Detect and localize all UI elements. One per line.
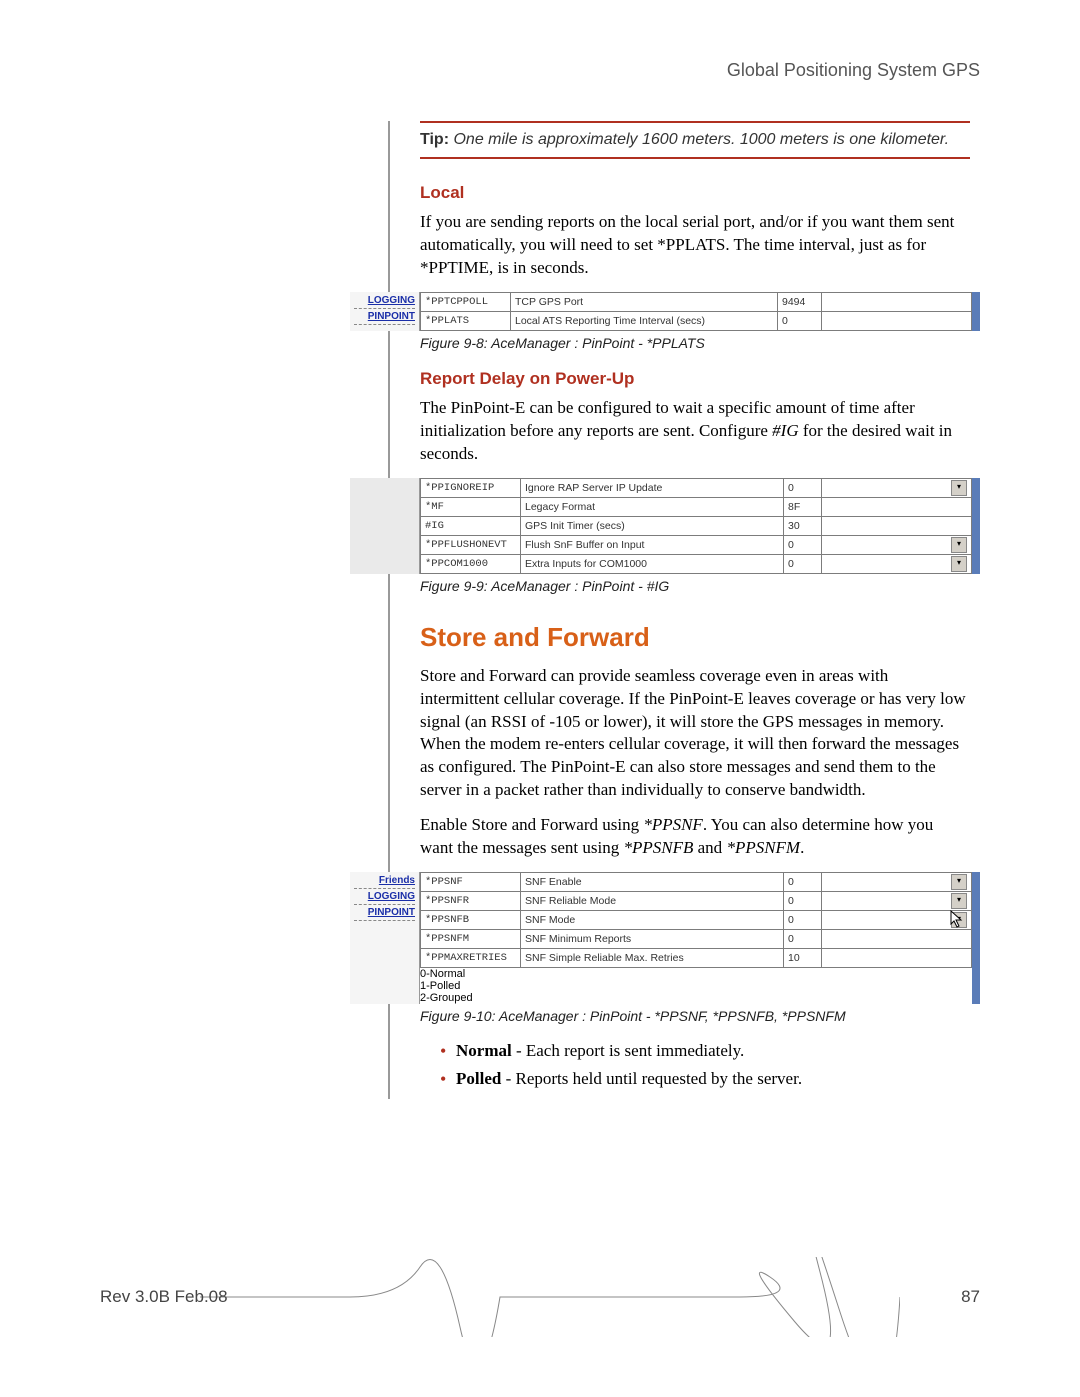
- dropdown-icon[interactable]: ▾: [951, 556, 967, 572]
- cell-cmd: *MF: [421, 497, 521, 516]
- table-row: *PPTCPPOLL TCP GPS Port 9494: [421, 292, 972, 311]
- cell-val: 10: [784, 949, 822, 968]
- cell-input[interactable]: [822, 292, 972, 311]
- footer-page-number: 87: [961, 1287, 980, 1307]
- right-strip: [972, 872, 980, 1004]
- cell-input[interactable]: [822, 516, 972, 535]
- cell-cmd: *PPTCPPOLL: [421, 292, 511, 311]
- cell-desc: SNF Reliable Mode: [521, 892, 784, 911]
- cell-val: 8F: [784, 497, 822, 516]
- cell-input[interactable]: [822, 949, 972, 968]
- cell-val: 0: [784, 930, 822, 949]
- para-store-2: Enable Store and Forward using *PPSNF. Y…: [420, 814, 970, 860]
- dropdown-icon[interactable]: ▾: [951, 480, 967, 496]
- cell-val: 0: [784, 892, 822, 911]
- cell-cmd: *PPFLUSHONEVT: [421, 535, 521, 554]
- cell-input[interactable]: [822, 497, 972, 516]
- heading-store-forward: Store and Forward: [420, 622, 970, 653]
- footer-rev: Rev 3.0B Feb.08: [100, 1287, 228, 1307]
- right-strip: [972, 478, 980, 574]
- dropdown-icon[interactable]: ▾: [951, 537, 967, 553]
- para-store-1: Store and Forward can provide seamless c…: [420, 665, 970, 803]
- cell-cmd: *PPSNF: [421, 873, 521, 892]
- sidebar-logging[interactable]: LOGGING: [354, 295, 415, 306]
- cell-val: 0: [784, 478, 822, 497]
- right-strip: [972, 292, 980, 331]
- fig10-table: *PPSNFSNF Enable0▾ *PPSNFRSNF Reliable M…: [420, 872, 972, 968]
- cell-input[interactable]: ▾: [822, 535, 972, 554]
- para-delay: The PinPoint-E can be configured to wait…: [420, 397, 970, 466]
- cell-desc: Flush SnF Buffer on Input: [521, 535, 784, 554]
- figure-9-9: *PPIGNOREIPIgnore RAP Server IP Update0▾…: [350, 478, 980, 574]
- list-item: Normal - Each report is sent immediately…: [440, 1038, 970, 1064]
- dropdown-icon[interactable]: ▾: [951, 874, 967, 890]
- cell-desc: Local ATS Reporting Time Interval (secs): [511, 311, 778, 330]
- cell-cmd: *PPIGNOREIP: [421, 478, 521, 497]
- cell-val: 0: [784, 873, 822, 892]
- figure-9-10: Friends LOGGING PINPOINT *PPSNFSNF Enabl…: [350, 872, 980, 1004]
- page-footer: Rev 3.0B Feb.08 87: [100, 1287, 980, 1307]
- cell-cmd: *PPSNFR: [421, 892, 521, 911]
- cell-val: 30: [784, 516, 822, 535]
- cell-cmd: *PPLATS: [421, 311, 511, 330]
- cell-desc: TCP GPS Port: [511, 292, 778, 311]
- cell-val: 0: [784, 535, 822, 554]
- sidebar-logging[interactable]: LOGGING: [354, 891, 415, 902]
- dropdown-icon[interactable]: ▾: [951, 893, 967, 909]
- cell-desc: Legacy Format: [521, 497, 784, 516]
- sidebar-pinpoint[interactable]: PINPOINT: [354, 311, 415, 322]
- sidebar-pinpoint[interactable]: PINPOINT: [354, 907, 415, 918]
- cell-desc: Extra Inputs for COM1000: [521, 554, 784, 573]
- cell-cmd: *PPSNFM: [421, 930, 521, 949]
- cell-input[interactable]: ▾: [822, 478, 972, 497]
- cell-val: 0: [778, 311, 822, 330]
- cell-cmd: *PPSNFB: [421, 911, 521, 930]
- margin-column: [100, 121, 389, 1099]
- cell-desc: SNF Mode: [521, 911, 784, 930]
- cell-val: 0: [784, 554, 822, 573]
- cell-desc: SNF Minimum Reports: [521, 930, 784, 949]
- fig10-caption: Figure 9-10: AceManager : PinPoint - *PP…: [420, 1008, 970, 1024]
- heading-delay: Report Delay on Power-Up: [420, 369, 970, 389]
- tip-box: Tip: One mile is approximately 1600 mete…: [420, 121, 970, 159]
- tip-label: Tip:: [420, 131, 449, 148]
- fig9-caption: Figure 9-9: AceManager : PinPoint - #IG: [420, 578, 970, 594]
- cell-desc: GPS Init Timer (secs): [521, 516, 784, 535]
- fig8-sidebar: LOGGING PINPOINT: [350, 292, 420, 331]
- cell-cmd: #IG: [421, 516, 521, 535]
- table-row: *PPLATS Local ATS Reporting Time Interva…: [421, 311, 972, 330]
- cell-input[interactable]: [822, 930, 972, 949]
- list-item: Polled - Reports held until requested by…: [440, 1066, 970, 1092]
- cell-input[interactable]: ▾: [822, 873, 972, 892]
- cell-val: 0: [784, 911, 822, 930]
- tip-text: One mile is approximately 1600 meters. 1…: [453, 131, 949, 148]
- sidebar-friends[interactable]: Friends: [354, 875, 415, 886]
- cell-input[interactable]: [822, 311, 972, 330]
- fig9-table: *PPIGNOREIPIgnore RAP Server IP Update0▾…: [420, 478, 972, 574]
- page-header: Global Positioning System GPS: [100, 60, 980, 81]
- snf-mode-tooltip: 0-Normal 1-Polled 2-Grouped: [420, 968, 972, 1004]
- content-column: Tip: One mile is approximately 1600 mete…: [389, 121, 980, 1099]
- cell-val: 9494: [778, 292, 822, 311]
- figure-9-8: LOGGING PINPOINT *PPTCPPOLL TCP GPS Port…: [350, 292, 980, 331]
- fig9-sidebar: [350, 478, 420, 574]
- fig10-sidebar: Friends LOGGING PINPOINT: [350, 872, 420, 1004]
- cell-input[interactable]: ▾: [822, 554, 972, 573]
- cell-input[interactable]: ▾: [822, 892, 972, 911]
- cell-input[interactable]: ▾: [822, 911, 972, 930]
- cell-cmd: *PPCOM1000: [421, 554, 521, 573]
- cell-cmd: *PPMAXRETRIES: [421, 949, 521, 968]
- fig8-caption: Figure 9-8: AceManager : PinPoint - *PPL…: [420, 335, 970, 351]
- cell-desc: Ignore RAP Server IP Update: [521, 478, 784, 497]
- fig8-table: *PPTCPPOLL TCP GPS Port 9494 *PPLATS Loc…: [420, 292, 972, 331]
- para-local: If you are sending reports on the local …: [420, 211, 970, 280]
- cell-desc: SNF Enable: [521, 873, 784, 892]
- cell-desc: SNF Simple Reliable Max. Retries: [521, 949, 784, 968]
- bullet-list: Normal - Each report is sent immediately…: [420, 1038, 970, 1091]
- heading-local: Local: [420, 183, 970, 203]
- cursor-icon: [950, 910, 964, 928]
